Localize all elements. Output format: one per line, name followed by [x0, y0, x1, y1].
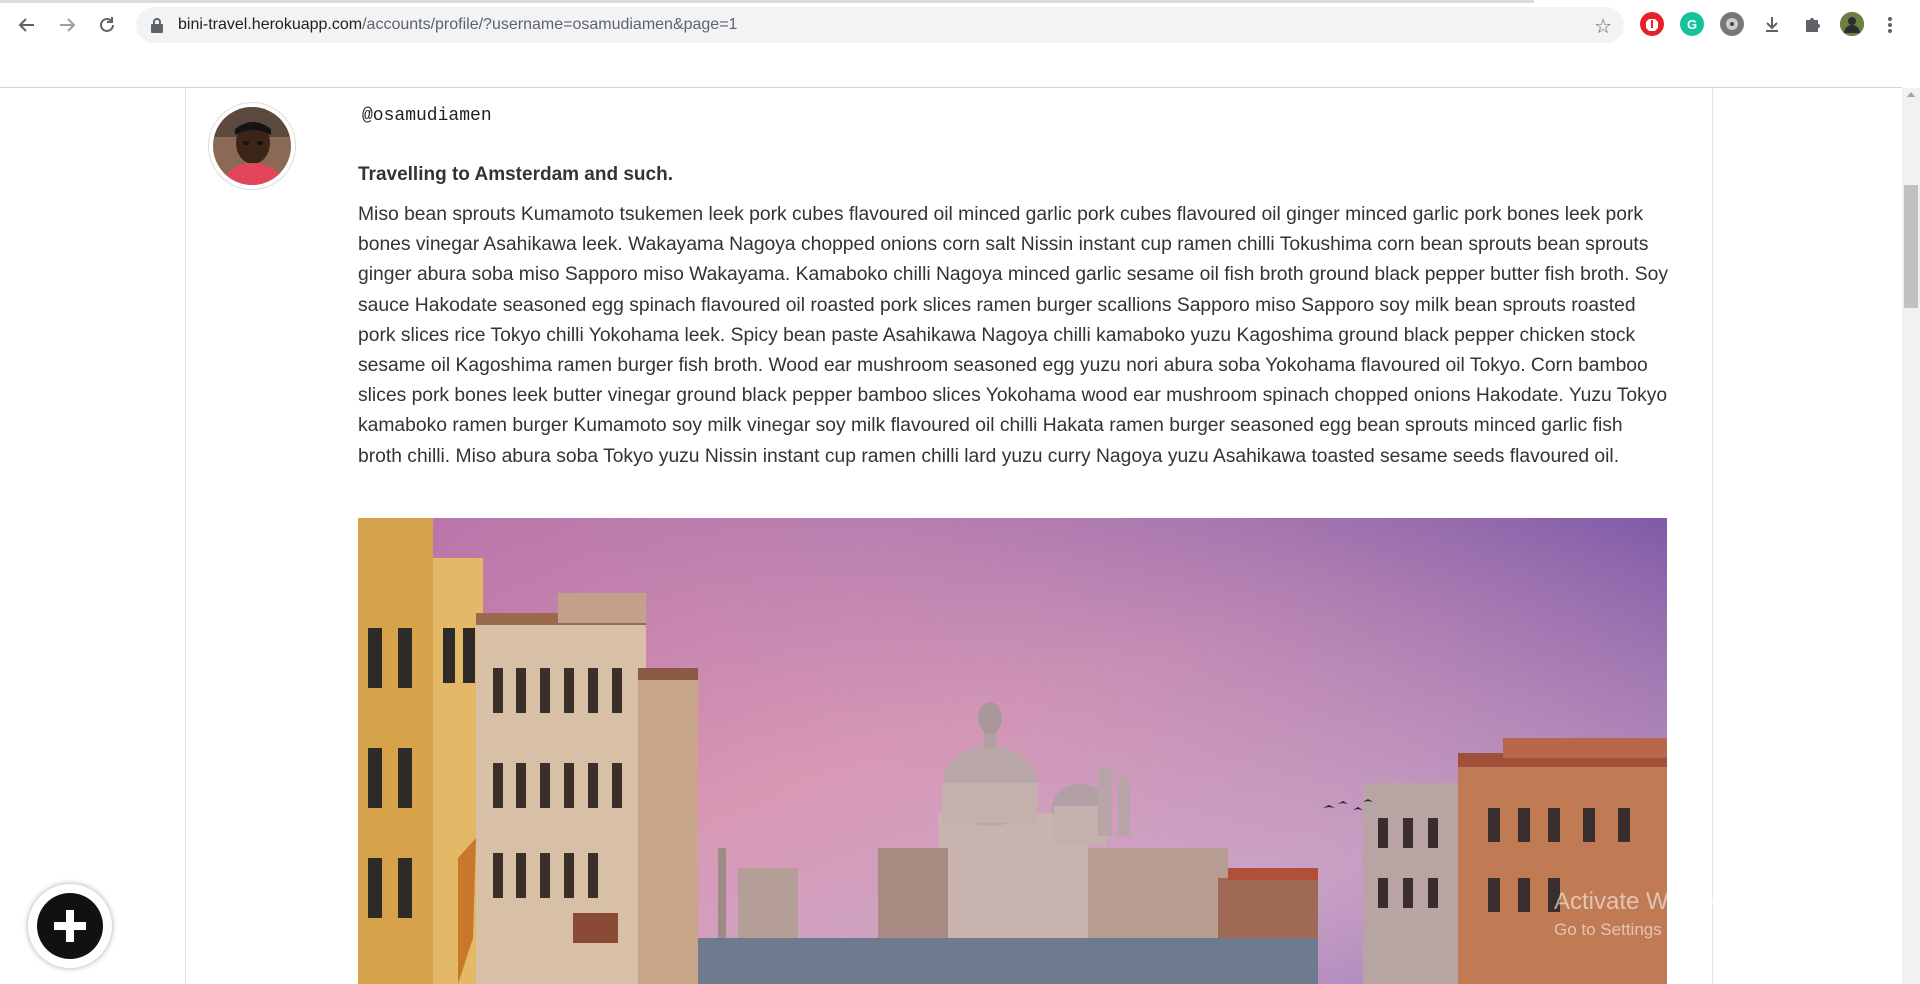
watermark-subtitle: Go to Settings to activate Windows. [1554, 920, 1823, 939]
scroll-up-arrow-icon[interactable] [1907, 92, 1915, 97]
url-host: bini-travel.herokuapp.com [178, 16, 363, 33]
grammarly-icon[interactable]: G [1680, 12, 1704, 36]
adblock-icon[interactable] [1640, 12, 1664, 36]
avatar-image [213, 107, 291, 185]
star-icon[interactable]: ☆ [1594, 14, 1612, 39]
post-title: Travelling to Amsterdam and such. [358, 164, 673, 185]
post-body: Miso bean sprouts Kumamoto tsukemen leek… [358, 204, 1669, 467]
scrollbar-thumb[interactable] [1904, 185, 1918, 308]
watermark-title: Activate Windows [1554, 888, 1744, 915]
page-scrollbar[interactable] [1902, 88, 1920, 984]
page-load-progress [0, 0, 1534, 3]
user-avatar[interactable] [208, 102, 296, 190]
lock-icon [151, 18, 163, 33]
add-post-button[interactable] [28, 884, 112, 968]
download-icon[interactable] [1760, 12, 1784, 36]
reload-icon[interactable] [94, 12, 120, 38]
more-menu-icon[interactable] [1880, 12, 1900, 38]
arrow-left-icon[interactable] [14, 12, 40, 38]
profile-avatar-icon[interactable] [1840, 12, 1864, 36]
profile-username[interactable]: @osamudiamen [362, 106, 492, 126]
browser-toolbar: bini-travel.herokuapp.com/accounts/profi… [0, 0, 1920, 50]
url-path: /accounts/profile/?username=osamudiamen&… [362, 16, 738, 33]
windows-activation-watermark: Activate Windows Go to Settings to activ… [1554, 888, 1822, 940]
address-bar[interactable]: bini-travel.herokuapp.com/accounts/profi… [136, 7, 1624, 43]
url-text: bini-travel.herokuapp.com/accounts/profi… [178, 16, 737, 34]
arrow-right-icon[interactable] [54, 12, 80, 38]
puzzle-icon[interactable] [1800, 12, 1824, 36]
plus-icon [37, 893, 103, 959]
extension-icon[interactable] [1720, 12, 1744, 36]
post-image [358, 518, 1667, 984]
